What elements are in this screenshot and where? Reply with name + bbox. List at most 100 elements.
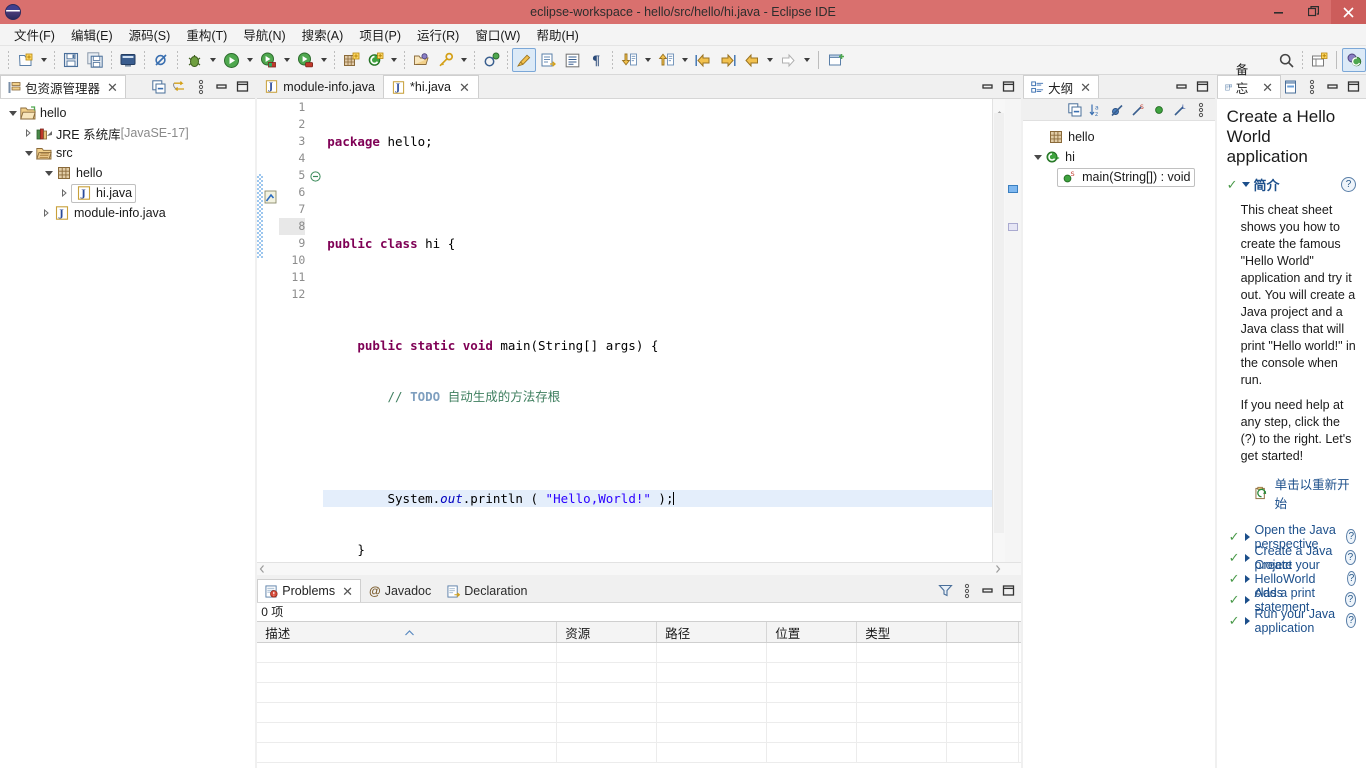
table-row[interactable] [257, 663, 1022, 683]
next-annotation-icon[interactable] [479, 48, 503, 72]
cheatsheet-intro-header[interactable]: ✓ 简介 ? [1227, 175, 1357, 194]
column-header-extra[interactable] [947, 622, 1020, 642]
forward-icon[interactable] [715, 48, 739, 72]
marker-ruler[interactable] [263, 99, 280, 562]
column-header-type[interactable]: 类型 [857, 622, 948, 642]
twisty-down-icon[interactable] [22, 143, 35, 163]
previous-edit-icon[interactable] [654, 48, 678, 72]
coverage-dropdown-arrow[interactable] [280, 48, 293, 72]
minimize-icon[interactable] [978, 77, 997, 97]
close-icon[interactable]: ✕ [1080, 81, 1091, 94]
help-icon[interactable]: ? [1341, 177, 1357, 192]
menu-help[interactable]: 帮助(H) [528, 23, 586, 46]
view-menu-icon[interactable] [957, 581, 976, 601]
column-header-location[interactable]: 位置 [767, 622, 858, 642]
minimize-icon[interactable] [1323, 77, 1342, 97]
pilcrow-icon[interactable]: ¶ [584, 48, 608, 72]
tab-declaration[interactable]: Declaration [439, 579, 536, 602]
filter-icon[interactable] [936, 581, 955, 601]
hide-fields-icon[interactable] [1108, 100, 1127, 120]
menu-source[interactable]: 源码(S) [121, 23, 179, 46]
folding-ruler[interactable] [309, 99, 324, 562]
restart-link[interactable]: 单击以重新开始 [1275, 474, 1356, 512]
maximize-icon[interactable] [1193, 77, 1212, 97]
tab-package-explorer[interactable]: 包资源管理器 ✕ [0, 75, 126, 98]
debug-dropdown-arrow[interactable] [206, 48, 219, 72]
twisty-down-icon[interactable] [6, 103, 19, 123]
external-tools-icon[interactable] [293, 48, 317, 72]
hide-nonpublic-icon[interactable] [1150, 100, 1169, 120]
minimize-icon[interactable] [978, 581, 997, 601]
menu-run[interactable]: 运行(R) [409, 23, 467, 46]
editor-overview-ruler[interactable] [1005, 99, 1022, 562]
forward-history-dropdown-arrow[interactable] [800, 48, 813, 72]
tab-outline[interactable]: 大纲 ✕ [1023, 75, 1100, 98]
save-icon[interactable] [59, 48, 83, 72]
twisty-right-icon[interactable] [22, 123, 35, 143]
maximize-window-button[interactable] [1296, 0, 1331, 24]
minimize-window-button[interactable] [1261, 0, 1296, 24]
new-icon[interactable] [13, 48, 37, 72]
tree-item-jre-library[interactable]: JRE 系统库 [JavaSE-17] [0, 123, 255, 143]
table-row[interactable] [257, 723, 1022, 743]
maximize-icon[interactable] [233, 77, 252, 97]
close-icon[interactable]: ✕ [1262, 81, 1273, 94]
close-icon[interactable]: ✕ [459, 81, 470, 94]
new-dropdown-arrow[interactable] [37, 48, 50, 72]
toggle-mark-occurrences-icon[interactable] [512, 48, 536, 72]
view-menu-icon[interactable] [191, 77, 210, 97]
editor-horizontal-scrollbar[interactable] [257, 562, 1022, 575]
help-icon[interactable]: ? [1346, 571, 1357, 586]
hide-static-icon[interactable]: S [1129, 100, 1148, 120]
menu-project[interactable]: 项目(P) [351, 23, 409, 46]
collapse-all-icon[interactable] [149, 77, 168, 97]
menu-window[interactable]: 窗口(W) [467, 23, 528, 46]
new-class-dropdown-arrow[interactable] [387, 48, 400, 72]
help-icon[interactable]: ? [1346, 529, 1357, 544]
open-type-icon[interactable] [409, 48, 433, 72]
chevron-right-icon[interactable] [1244, 616, 1250, 625]
console-icon[interactable] [116, 48, 140, 72]
twisty-right-icon[interactable] [40, 203, 53, 223]
run-icon[interactable] [219, 48, 243, 72]
editor-vertical-scrollbar[interactable] [992, 99, 1006, 562]
new-java-class-icon[interactable] [363, 48, 387, 72]
debug-icon[interactable] [182, 48, 206, 72]
tree-item-hi-java[interactable]: J hi.java [0, 183, 255, 203]
help-icon[interactable]: ? [1346, 613, 1357, 628]
minimize-icon[interactable] [1172, 77, 1191, 97]
last-edit-location-icon[interactable] [739, 48, 763, 72]
help-icon[interactable]: ? [1344, 592, 1357, 607]
tree-item-hello-project[interactable]: hello [0, 103, 255, 123]
minimize-icon[interactable] [212, 77, 231, 97]
search-icon[interactable] [1274, 48, 1298, 72]
outline-item-hello-package[interactable]: hello [1023, 127, 1214, 147]
search-key-dropdown-arrow[interactable] [457, 48, 470, 72]
chevron-right-icon[interactable] [1244, 553, 1250, 562]
cheatsheet-step-run-java-application[interactable]: ✓ Run your Java application ? [1227, 607, 1357, 635]
open-task-icon[interactable] [536, 48, 560, 72]
chevron-right-icon[interactable] [1244, 595, 1250, 604]
last-edit-dropdown-arrow[interactable] [763, 48, 776, 72]
collapse-all-icon[interactable] [1281, 77, 1300, 97]
menu-search[interactable]: 搜索(A) [294, 23, 352, 46]
scrollbar-thumb[interactable] [994, 113, 1005, 533]
java-perspective-icon[interactable] [1342, 48, 1366, 72]
editor-tab-hi-java[interactable]: J *hi.java ✕ [383, 75, 479, 98]
search-key-icon[interactable] [433, 48, 457, 72]
show-whitespace-icon[interactable] [560, 48, 584, 72]
sort-icon[interactable]: a z [1087, 100, 1106, 120]
new-java-package-icon[interactable] [339, 48, 363, 72]
close-icon[interactable]: ✕ [107, 81, 118, 94]
tab-cheatsheet[interactable]: 备忘单 ✕ [1216, 63, 1282, 115]
skip-breakpoints-icon[interactable] [149, 48, 173, 72]
hide-local-types-icon[interactable]: L [1171, 100, 1190, 120]
chevron-down-icon[interactable] [1241, 182, 1250, 187]
back-icon[interactable] [691, 48, 715, 72]
column-header-description[interactable]: 描述 [257, 622, 558, 642]
code-area[interactable]: 1 2 3 4 5 6 7 8 9 10 11 12 package hello… [257, 99, 1022, 562]
view-menu-icon[interactable] [1302, 77, 1321, 97]
twisty-down-icon[interactable] [42, 163, 55, 183]
external-tools-dropdown-arrow[interactable] [317, 48, 330, 72]
next-edit-icon[interactable] [617, 48, 641, 72]
